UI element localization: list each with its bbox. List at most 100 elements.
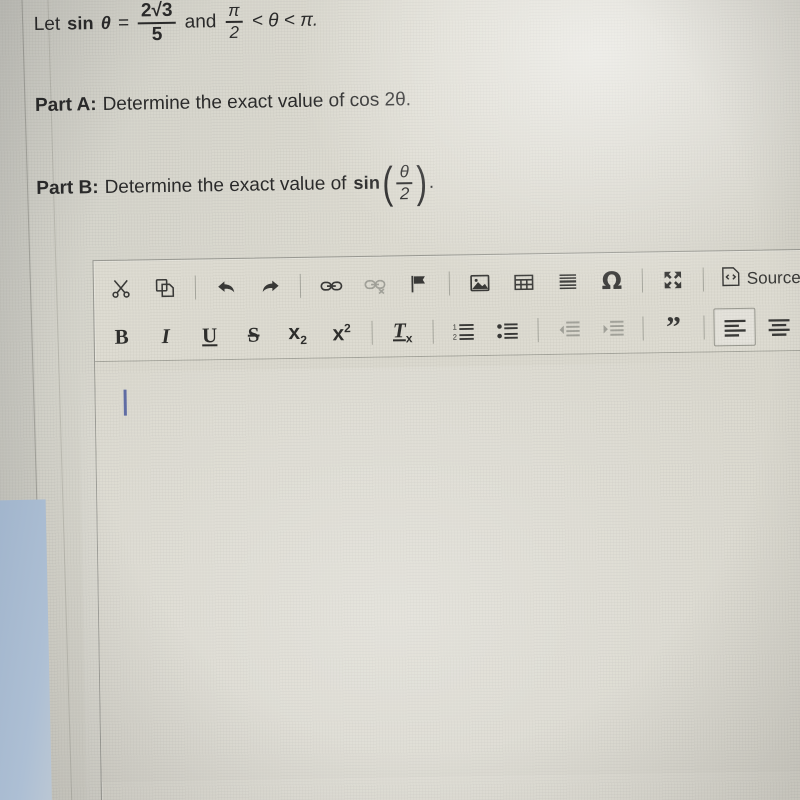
image-button[interactable]	[459, 264, 502, 303]
sin-function-label: sin	[67, 13, 94, 34]
subscript-icon: x2	[288, 320, 308, 347]
bulleted-list-icon	[496, 320, 519, 341]
question-page: Let sin θ = 2√3 5 and π 2 < θ < π. Part A…	[33, 0, 800, 209]
italic-button[interactable]: I	[144, 317, 187, 356]
theta-over-two-fraction: θ 2	[396, 162, 413, 204]
numbered-list-button[interactable]: 1 2	[442, 312, 485, 351]
toolbar-separator	[432, 319, 434, 344]
toolbar-separator	[642, 316, 644, 341]
fraction-denominator: 5	[151, 23, 163, 46]
unlink-icon	[363, 273, 386, 296]
part-b: Part B: Determine the exact value of sin…	[36, 156, 800, 208]
part-b-period: .	[428, 171, 435, 193]
part-b-prompt: Determine the exact value of	[104, 172, 347, 198]
part-a: Part A: Determine the exact value of cos…	[35, 82, 800, 117]
part-b-sin-label: sin	[353, 172, 381, 194]
screen-surface: Let sin θ = 2√3 5 and π 2 < θ < π. Part A…	[0, 0, 800, 800]
desk-edge-strip	[0, 499, 55, 800]
maximize-button[interactable]	[652, 261, 695, 300]
theta-numerator: θ	[399, 162, 410, 182]
cut-button[interactable]	[100, 269, 143, 308]
rich-text-editor[interactable]: Ω Source B I U S x2 x2 Tx 1 2 ”	[92, 248, 800, 800]
superscript-icon: x2	[332, 320, 351, 345]
numbered-list-icon: 1 2	[452, 321, 475, 342]
italic-icon: I	[161, 323, 170, 348]
horizontal-rule-button[interactable]	[547, 262, 590, 301]
align-center-icon	[767, 316, 790, 337]
source-button-label: Source	[746, 268, 800, 288]
source-code-icon	[721, 266, 741, 292]
open-paren: (	[381, 158, 394, 208]
part-a-label: Part A:	[34, 93, 97, 116]
outdent-icon	[557, 319, 580, 340]
image-icon	[469, 272, 491, 294]
redo-arrow-icon	[258, 275, 281, 298]
two-denominator: 2	[229, 22, 240, 42]
unlink-button[interactable]	[354, 265, 397, 304]
equals-sign: =	[117, 12, 130, 34]
special-character-button[interactable]: Ω	[591, 262, 634, 301]
underline-icon: U	[201, 322, 218, 347]
toolbar-separator	[448, 271, 451, 296]
conjunction-and: and	[184, 10, 217, 33]
decrease-indent-button[interactable]	[547, 310, 590, 349]
align-center-button[interactable]	[757, 307, 800, 346]
toolbar-separator	[641, 268, 644, 293]
toolbar-separator	[703, 315, 705, 340]
omega-icon: Ω	[601, 266, 623, 296]
part-b-label: Part B:	[36, 176, 99, 199]
maximize-icon	[662, 269, 684, 291]
strikethrough-button[interactable]: S	[232, 315, 275, 354]
indent-icon	[601, 318, 624, 339]
editor-content-area[interactable]	[95, 350, 800, 783]
toolbar-separator	[194, 275, 197, 300]
toolbar-separator	[371, 320, 373, 345]
undo-button[interactable]	[205, 268, 248, 307]
increase-indent-button[interactable]	[591, 310, 634, 349]
theta-symbol: θ	[100, 12, 112, 34]
toolbar-separator	[537, 318, 539, 343]
link-icon	[319, 274, 342, 297]
redo-button[interactable]	[249, 267, 292, 306]
horizontal-rule-icon	[557, 271, 579, 293]
svg-text:2: 2	[452, 332, 456, 341]
undo-arrow-icon	[214, 275, 237, 298]
copy-button[interactable]	[144, 269, 187, 308]
remove-format-icon: Tx	[392, 318, 413, 346]
svg-text:1: 1	[452, 322, 456, 331]
superscript-button[interactable]: x2	[320, 314, 363, 353]
toolbar-separator	[299, 273, 302, 298]
given-lead-text: Let	[33, 13, 61, 35]
part-a-text: Determine the exact value of cos 2θ.	[102, 88, 412, 115]
remove-format-button[interactable]: Tx	[381, 313, 424, 352]
strikethrough-icon: S	[247, 322, 260, 347]
underline-button[interactable]: U	[188, 316, 231, 355]
subscript-button[interactable]: x2	[276, 315, 319, 354]
toolbar-separator	[702, 267, 705, 292]
quote-icon: ”	[665, 310, 682, 345]
link-button[interactable]	[310, 266, 353, 305]
text-caret	[123, 389, 127, 416]
table-icon	[513, 271, 535, 293]
anchor-button[interactable]	[398, 265, 441, 304]
align-left-icon	[723, 316, 746, 337]
source-button[interactable]: Source	[713, 260, 800, 298]
close-paren: )	[415, 157, 428, 207]
copy-icon	[154, 277, 176, 299]
given-statement: Let sin θ = 2√3 5 and π 2 < θ < π.	[33, 0, 800, 47]
bold-icon: B	[114, 324, 129, 349]
table-button[interactable]	[503, 263, 546, 302]
fraction-numerator: 2√3	[140, 0, 173, 22]
sine-value-fraction: 2√3 5	[138, 0, 176, 46]
theta-range-inequality: < θ < π.	[251, 9, 319, 32]
flag-icon	[408, 273, 430, 295]
bold-button[interactable]: B	[100, 317, 143, 356]
blockquote-button[interactable]: ”	[652, 309, 695, 348]
bulleted-list-button[interactable]	[486, 311, 529, 350]
pi-over-two-fraction: π 2	[225, 0, 243, 42]
theta-denominator: 2	[399, 183, 410, 204]
align-left-button[interactable]	[713, 307, 756, 347]
photo-of-screen: Let sin θ = 2√3 5 and π 2 < θ < π. Part A…	[0, 0, 800, 800]
pi-numerator: π	[228, 0, 240, 21]
scissors-icon	[110, 278, 132, 300]
